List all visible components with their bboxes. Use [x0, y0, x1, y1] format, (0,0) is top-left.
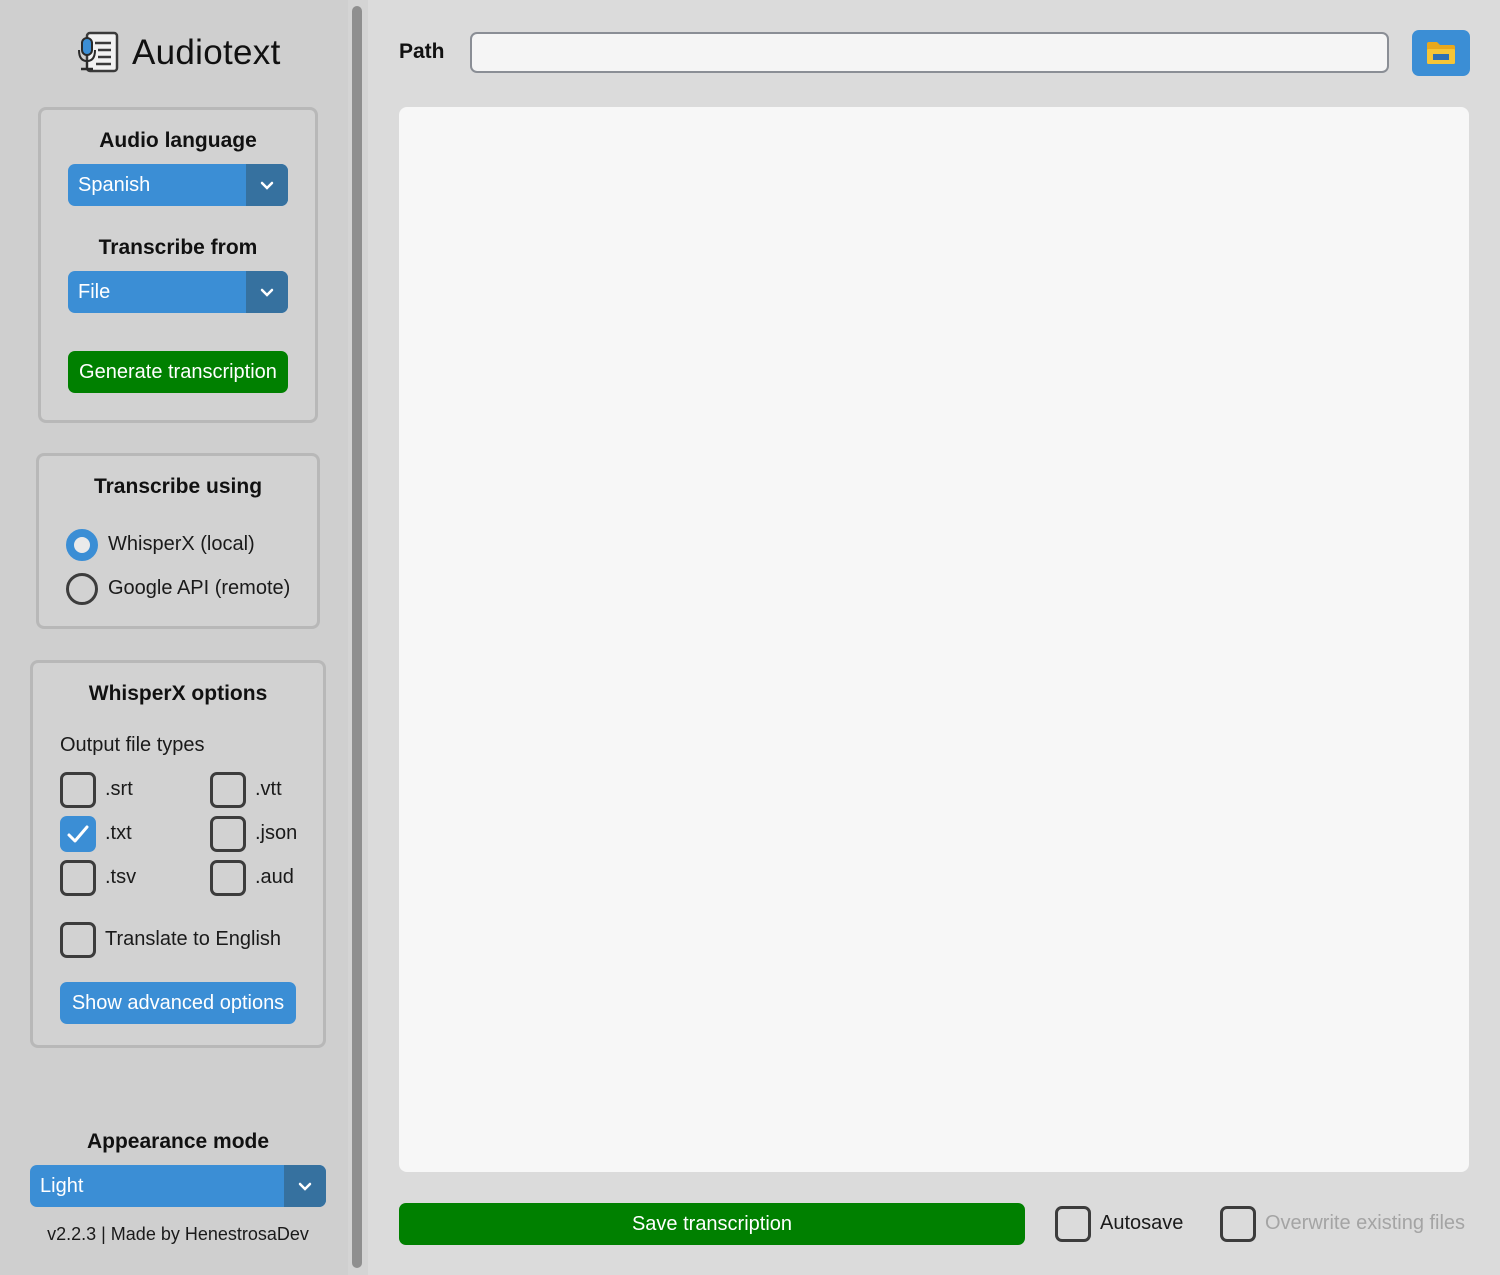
output-file-types-label: Output file types — [60, 734, 205, 756]
whisperx-radio[interactable] — [66, 529, 98, 561]
app-logo-icon — [76, 30, 120, 76]
transcription-textbox[interactable] — [399, 107, 1469, 1172]
whisperx-radio-label[interactable]: WhisperX (local) — [108, 533, 255, 556]
vtt-checkbox-label[interactable]: .vtt — [255, 778, 282, 801]
google-api-radio[interactable] — [66, 573, 98, 605]
aud-checkbox-label[interactable]: .aud — [255, 866, 294, 889]
translate-checkbox-label[interactable]: Translate to English — [105, 928, 281, 951]
appearance-mode-title: Appearance mode — [86, 1130, 270, 1153]
show-advanced-options-button[interactable]: Show advanced options — [60, 982, 296, 1024]
tsv-checkbox-label[interactable]: .tsv — [105, 866, 136, 889]
tsv-checkbox[interactable] — [60, 860, 96, 896]
translate-checkbox[interactable] — [60, 922, 96, 958]
transcribe-using-title: Transcribe using — [93, 475, 263, 498]
transcribe-from-select[interactable]: File — [68, 271, 288, 313]
appearance-mode-value: Light — [40, 1174, 84, 1197]
generate-transcription-button[interactable]: Generate transcription — [68, 351, 288, 393]
srt-checkbox-label[interactable]: .srt — [105, 778, 133, 801]
chevron-down-icon — [246, 164, 288, 206]
chevron-down-icon — [246, 271, 288, 313]
path-input[interactable] — [470, 32, 1389, 73]
audio-language-select[interactable]: Spanish — [68, 164, 288, 206]
folder-icon — [1427, 42, 1455, 64]
checkmark-icon — [67, 825, 89, 843]
autosave-checkbox[interactable] — [1055, 1206, 1091, 1242]
browse-folder-button[interactable] — [1412, 30, 1470, 76]
app-title: Audiotext — [132, 33, 281, 72]
sidebar: Audiotext Audio language Spanish Transcr… — [0, 0, 348, 1275]
google-api-radio-label[interactable]: Google API (remote) — [108, 577, 290, 600]
overwrite-checkbox-label[interactable]: Overwrite existing files — [1265, 1212, 1465, 1235]
overwrite-checkbox[interactable] — [1220, 1206, 1256, 1242]
save-transcription-button[interactable]: Save transcription — [399, 1203, 1025, 1245]
json-checkbox-label[interactable]: .json — [255, 822, 297, 845]
autosave-checkbox-label[interactable]: Autosave — [1100, 1212, 1183, 1235]
audio-language-value: Spanish — [78, 173, 151, 196]
version-footer: v2.2.3 | Made by HenestrosaDev — [47, 1224, 309, 1244]
appearance-mode-select[interactable]: Light — [30, 1165, 326, 1207]
chevron-down-icon — [284, 1165, 326, 1207]
path-label: Path — [399, 40, 445, 63]
srt-checkbox[interactable] — [60, 772, 96, 808]
transcribe-from-title: Transcribe from — [98, 236, 258, 259]
transcribe-from-value: File — [78, 280, 111, 303]
sidebar-scrollbar[interactable] — [352, 6, 362, 1268]
aud-checkbox[interactable] — [210, 860, 246, 896]
audio-language-title: Audio language — [99, 129, 257, 152]
txt-checkbox[interactable] — [60, 816, 96, 852]
vtt-checkbox[interactable] — [210, 772, 246, 808]
whisperx-options-title: WhisperX options — [88, 682, 268, 705]
txt-checkbox-label[interactable]: .txt — [105, 822, 132, 845]
json-checkbox[interactable] — [210, 816, 246, 852]
